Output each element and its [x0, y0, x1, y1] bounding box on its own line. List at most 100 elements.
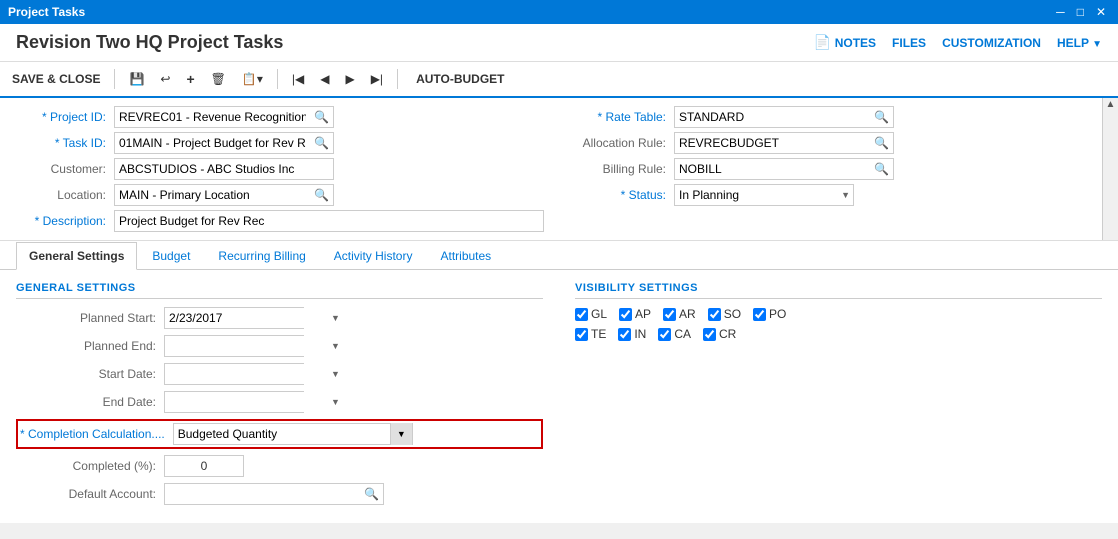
- minimize-button[interactable]: ─: [1052, 5, 1069, 19]
- start-date-dropdown-icon[interactable]: ▼: [328, 369, 343, 379]
- ca-checkbox[interactable]: [658, 328, 671, 341]
- te-checkbox-item: TE: [575, 327, 606, 341]
- task-id-field[interactable]: 🔍: [114, 132, 334, 154]
- completion-calc-field[interactable]: ▼: [173, 423, 413, 445]
- planned-end-dropdown-icon[interactable]: ▼: [328, 341, 343, 351]
- planned-start-label: Planned Start:: [16, 311, 156, 325]
- tab-budget[interactable]: Budget: [139, 242, 203, 270]
- next-button[interactable]: ▶: [341, 70, 358, 88]
- rate-table-search-icon[interactable]: 🔍: [870, 110, 893, 124]
- title-bar-controls: ─ □ ✕: [1052, 5, 1110, 19]
- completed-value: 0: [164, 455, 244, 477]
- so-label: SO: [724, 307, 741, 321]
- tab-recurring-billing[interactable]: Recurring Billing: [205, 242, 318, 270]
- cr-checkbox[interactable]: [703, 328, 716, 341]
- te-checkbox[interactable]: [575, 328, 588, 341]
- completion-calc-input[interactable]: [174, 424, 390, 444]
- app-nav: 📄 NOTES FILES CUSTOMIZATION HELP: [814, 34, 1102, 51]
- location-search-icon[interactable]: 🔍: [310, 188, 333, 202]
- save-icon-button[interactable]: 💾: [125, 70, 148, 88]
- planned-start-field[interactable]: ▼: [164, 307, 304, 329]
- planned-end-row: Planned End: ▼: [16, 335, 543, 357]
- end-date-dropdown-icon[interactable]: ▼: [328, 397, 343, 407]
- form-right-col: Rate Table: 🔍 Allocation Rule: 🔍 Billing…: [576, 106, 1102, 210]
- project-id-search-icon[interactable]: 🔍: [310, 110, 333, 124]
- scroll-up-button[interactable]: ▲: [1106, 100, 1116, 110]
- task-id-search-icon[interactable]: 🔍: [310, 136, 333, 150]
- default-account-input[interactable]: [165, 484, 360, 504]
- ap-checkbox[interactable]: [619, 308, 632, 321]
- tab-attributes[interactable]: Attributes: [427, 242, 504, 270]
- first-icon: |◀: [292, 72, 304, 86]
- undo-button[interactable]: ↩: [156, 70, 174, 88]
- add-button[interactable]: +: [182, 69, 198, 89]
- start-date-field[interactable]: ▼: [164, 363, 304, 385]
- rate-table-field[interactable]: 🔍: [674, 106, 894, 128]
- ap-label: AP: [635, 307, 651, 321]
- project-id-field[interactable]: 🔍: [114, 106, 334, 128]
- save-icon: 💾: [129, 72, 144, 86]
- save-close-button[interactable]: SAVE & CLOSE: [8, 70, 104, 88]
- location-input[interactable]: [115, 185, 310, 205]
- po-checkbox-item: PO: [753, 307, 786, 321]
- ar-label: AR: [679, 307, 696, 321]
- description-input[interactable]: [114, 210, 544, 232]
- maximize-button[interactable]: □: [1073, 5, 1088, 19]
- default-account-label: Default Account:: [16, 487, 156, 501]
- completion-calc-row: * Completion Calculation.... ▼: [16, 419, 543, 449]
- billing-rule-field[interactable]: 🔍: [674, 158, 894, 180]
- planned-start-dropdown-icon[interactable]: ▼: [328, 313, 343, 323]
- scrollbar-right[interactable]: ▲: [1102, 98, 1118, 240]
- notes-nav-item[interactable]: 📄 NOTES: [814, 34, 876, 51]
- files-nav-item[interactable]: FILES: [892, 36, 926, 50]
- task-id-input[interactable]: [115, 133, 310, 153]
- help-nav-item[interactable]: HELP: [1057, 36, 1102, 50]
- location-field[interactable]: 🔍: [114, 184, 334, 206]
- copy-button[interactable]: 📋▾: [238, 70, 267, 88]
- tab-recurring-billing-label: Recurring Billing: [218, 249, 305, 263]
- planned-end-field[interactable]: ▼: [164, 335, 304, 357]
- start-date-input[interactable]: [165, 364, 328, 384]
- billing-rule-search-icon[interactable]: 🔍: [870, 162, 893, 176]
- prev-button[interactable]: ◀: [316, 70, 333, 88]
- in-checkbox[interactable]: [618, 328, 631, 341]
- delete-button[interactable]: 🗑: [207, 70, 230, 88]
- location-label: Location:: [16, 188, 106, 202]
- close-button[interactable]: ✕: [1092, 5, 1110, 19]
- first-button[interactable]: |◀: [288, 70, 308, 88]
- project-id-row: Project ID: 🔍: [16, 106, 544, 128]
- rate-table-input[interactable]: [675, 107, 870, 127]
- allocation-rule-input[interactable]: [675, 133, 870, 153]
- tab-activity-history-label: Activity History: [334, 249, 413, 263]
- status-dropdown-icon[interactable]: ▼: [838, 190, 853, 200]
- tab-activity-history[interactable]: Activity History: [321, 242, 426, 270]
- po-checkbox[interactable]: [753, 308, 766, 321]
- customization-nav-item[interactable]: CUSTOMIZATION: [942, 36, 1041, 50]
- planned-end-label: Planned End:: [16, 339, 156, 353]
- end-date-input[interactable]: [165, 392, 328, 412]
- form-left-col: Project ID: 🔍 Task ID: 🔍 Customer: Locat…: [16, 106, 544, 236]
- completion-calc-dropdown-icon[interactable]: ▼: [390, 423, 412, 445]
- ar-checkbox[interactable]: [663, 308, 676, 321]
- te-label: TE: [591, 327, 606, 341]
- gl-checkbox[interactable]: [575, 308, 588, 321]
- next-icon: ▶: [345, 72, 354, 86]
- location-row: Location: 🔍: [16, 184, 544, 206]
- project-id-input[interactable]: [115, 107, 310, 127]
- default-account-search-icon[interactable]: 🔍: [360, 487, 383, 501]
- customer-input[interactable]: [114, 158, 334, 180]
- visibility-settings-col: VISIBILITY SETTINGS GL AP AR SO: [575, 282, 1102, 511]
- last-button[interactable]: ▶|: [367, 70, 387, 88]
- planned-end-input[interactable]: [165, 336, 328, 356]
- status-field[interactable]: ▼: [674, 184, 854, 206]
- planned-start-input[interactable]: [165, 308, 328, 328]
- allocation-rule-field[interactable]: 🔍: [674, 132, 894, 154]
- tab-general-settings[interactable]: General Settings: [16, 242, 137, 270]
- billing-rule-input[interactable]: [675, 159, 870, 179]
- so-checkbox[interactable]: [708, 308, 721, 321]
- status-input[interactable]: [675, 185, 838, 205]
- default-account-field[interactable]: 🔍: [164, 483, 384, 505]
- end-date-field[interactable]: ▼: [164, 391, 304, 413]
- default-account-row: Default Account: 🔍: [16, 483, 543, 505]
- allocation-rule-search-icon[interactable]: 🔍: [870, 136, 893, 150]
